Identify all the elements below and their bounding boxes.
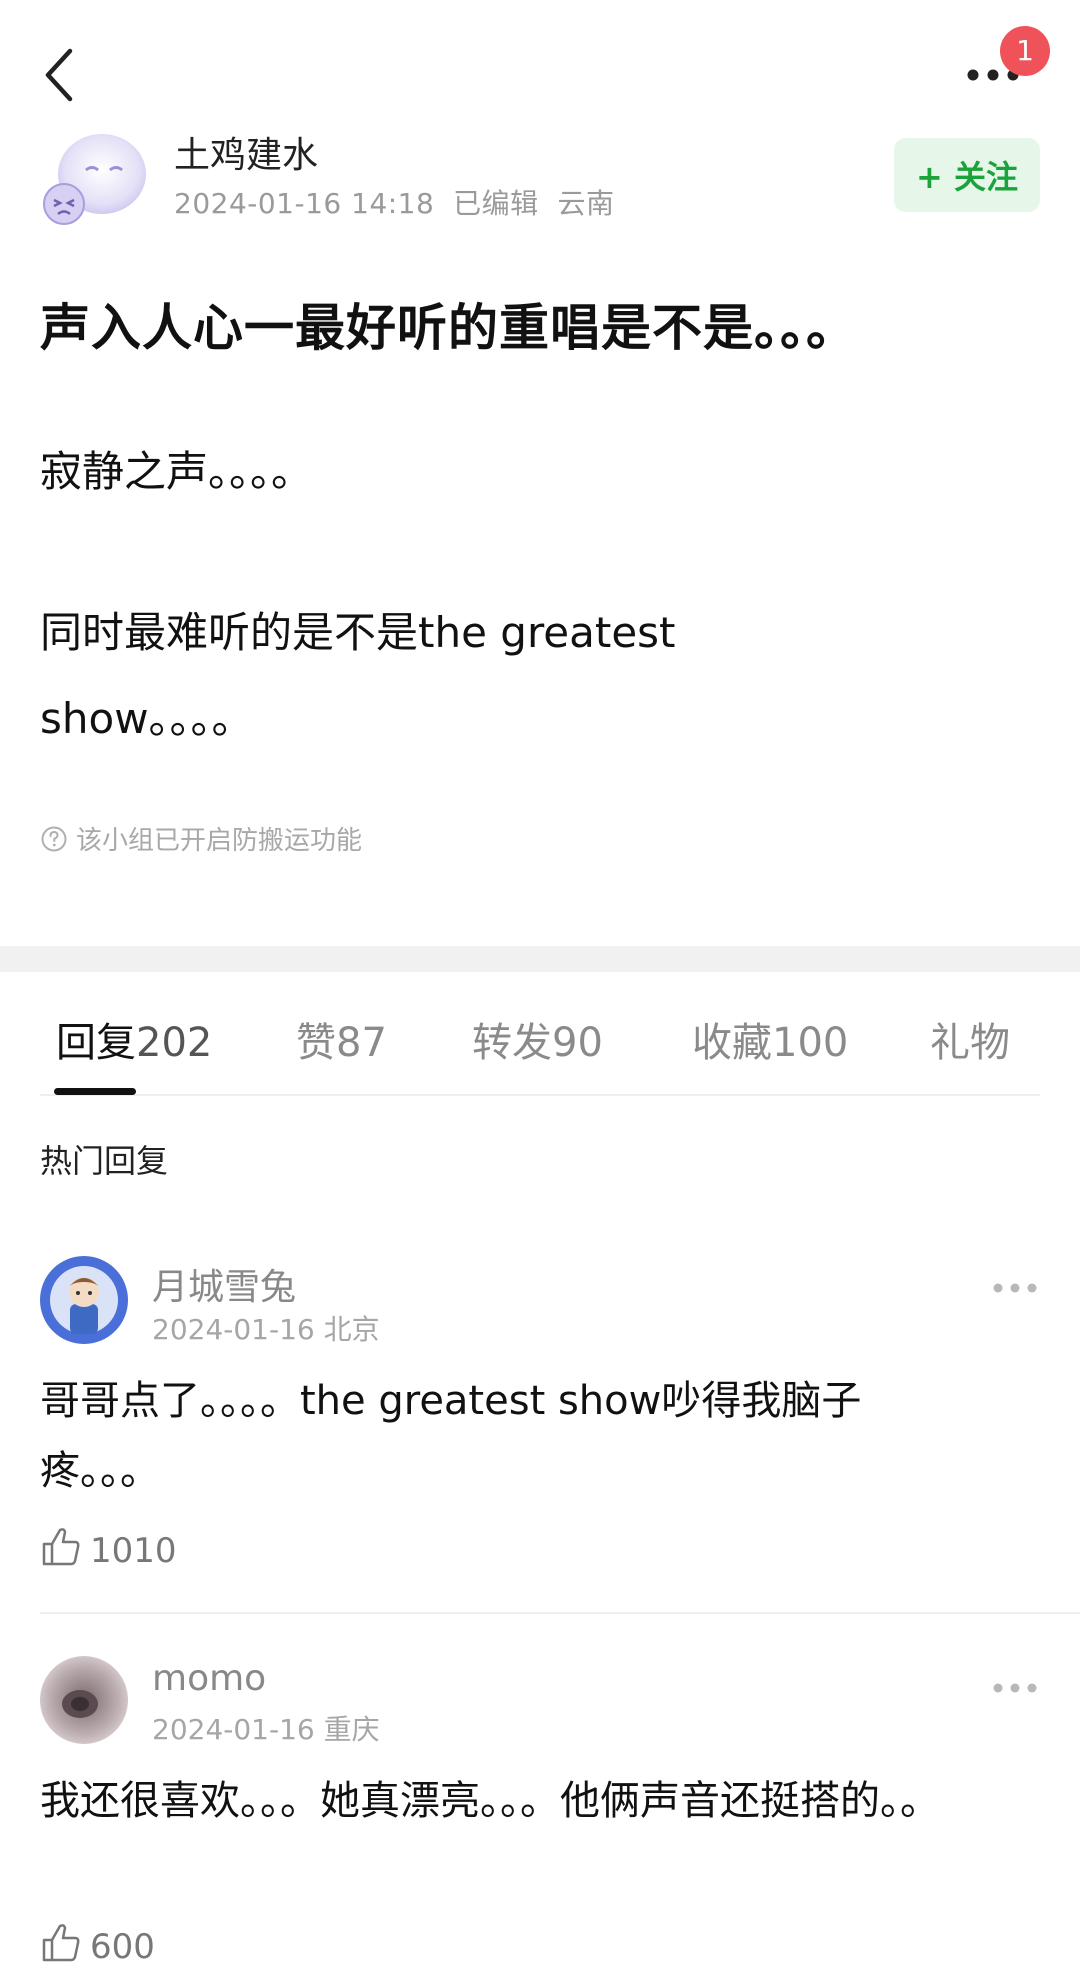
tab-label: 礼物 xyxy=(930,1020,1010,1066)
post-paragraph: 寂静之声。。。。 xyxy=(40,447,314,496)
hot-replies-heading: 热门回复 xyxy=(40,1142,169,1180)
post-author: 土鸡建水 2024-01-16 14:18 已编辑 云南 + 关注 xyxy=(40,130,1040,230)
author-avatar[interactable] xyxy=(40,130,152,230)
commenter-name[interactable]: 月城雪兔 xyxy=(152,1258,296,1310)
tab-gifts[interactable]: 礼物 xyxy=(930,1010,1010,1068)
tab-count: 87 xyxy=(336,1020,387,1066)
comment-meta: 2024-01-16 重庆 xyxy=(152,1708,380,1748)
commenter-name[interactable]: momo xyxy=(152,1658,266,1699)
like-count: 600 xyxy=(90,1926,155,1967)
notice-text: 该小组已开启防搬运功能 xyxy=(76,826,363,856)
tab-label: 回复 xyxy=(56,1020,136,1066)
top-bar: 1 xyxy=(0,0,1080,140)
tab-likes[interactable]: 赞87 xyxy=(296,1010,387,1068)
anti-repost-notice[interactable]: 该小组已开启防搬运功能 xyxy=(40,820,362,857)
author-name[interactable]: 土鸡建水 xyxy=(174,126,318,178)
comment-item: 月城雪兔 2024-01-16 北京 哥哥点了。。。。the greatest … xyxy=(40,1256,1080,1571)
comment-location: 重庆 xyxy=(323,1713,380,1746)
follow-button[interactable]: + 关注 xyxy=(894,138,1040,212)
edited-label: 已编辑 xyxy=(453,187,539,220)
thumbs-up-icon xyxy=(40,1524,84,1577)
tab-label: 转发 xyxy=(472,1020,552,1066)
active-tab-indicator xyxy=(54,1088,136,1095)
comment-date: 2024-01-16 xyxy=(152,1313,315,1346)
post-timestamp: 2024-01-16 14:18 xyxy=(174,187,435,220)
tab-label: 收藏 xyxy=(692,1020,772,1066)
comment-text: 我还很喜欢。。。她真漂亮。。。他俩声音还挺搭的。。 xyxy=(40,1778,940,1824)
comment-meta: 2024-01-16 北京 xyxy=(152,1308,380,1348)
comment-text: 哥哥点了。。。。the greatest show吵得我脑子疼。。。 xyxy=(40,1378,862,1494)
comment-divider xyxy=(40,1612,1080,1614)
comment-more-icon[interactable] xyxy=(990,1678,1040,1698)
comment-date: 2024-01-16 xyxy=(152,1713,315,1746)
question-circle-icon xyxy=(40,825,68,853)
tab-label: 赞 xyxy=(296,1020,336,1066)
back-icon[interactable] xyxy=(38,45,88,105)
tab-count: 202 xyxy=(136,1020,213,1066)
commenter-avatar[interactable] xyxy=(40,1656,128,1744)
comment-like-button[interactable]: 600 xyxy=(40,1920,155,1973)
tab-favorites[interactable]: 收藏100 xyxy=(692,1010,848,1068)
like-count: 1010 xyxy=(90,1530,177,1571)
tabs-divider xyxy=(40,1094,1040,1096)
post-location: 云南 xyxy=(557,187,615,220)
tab-count: 90 xyxy=(552,1020,603,1066)
thumbs-up-icon xyxy=(40,1920,84,1973)
tab-count: 100 xyxy=(772,1020,849,1066)
post-title: 声入人心一最好听的重唱是不是。。。 xyxy=(40,299,857,357)
comment-like-button[interactable]: 1010 xyxy=(40,1524,177,1577)
tab-replies[interactable]: 回复202 xyxy=(56,1010,212,1068)
comment-more-icon[interactable] xyxy=(990,1278,1040,1298)
notification-badge: 1 xyxy=(1000,26,1050,76)
tab-reposts[interactable]: 转发90 xyxy=(472,1010,603,1068)
comment-location: 北京 xyxy=(323,1313,380,1346)
post-meta: 2024-01-16 14:18 已编辑 云南 xyxy=(174,182,614,222)
commenter-avatar[interactable] xyxy=(40,1256,128,1344)
post-paragraph: 同时最难听的是不是the greatest show。。。。 xyxy=(40,608,676,743)
section-divider xyxy=(0,946,1080,972)
comment-item: momo 2024-01-16 重庆 我还很喜欢。。。她真漂亮。。。他俩声音还挺… xyxy=(40,1656,1080,1976)
interaction-tabs: 回复202 赞87 转发90 收藏100 礼物 xyxy=(40,1010,1040,1080)
